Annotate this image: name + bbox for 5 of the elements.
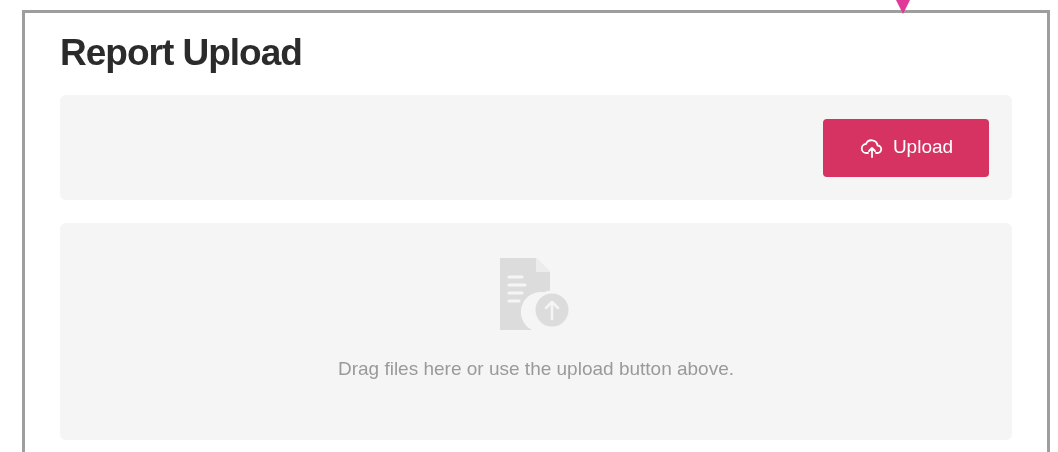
pointer-icon xyxy=(896,0,910,14)
page-title: Report Upload xyxy=(60,31,302,75)
upload-button[interactable]: Upload xyxy=(823,118,989,177)
dropzone-message: Drag files here or use the upload button above. xyxy=(337,357,735,381)
file-upload-icon xyxy=(500,258,572,330)
